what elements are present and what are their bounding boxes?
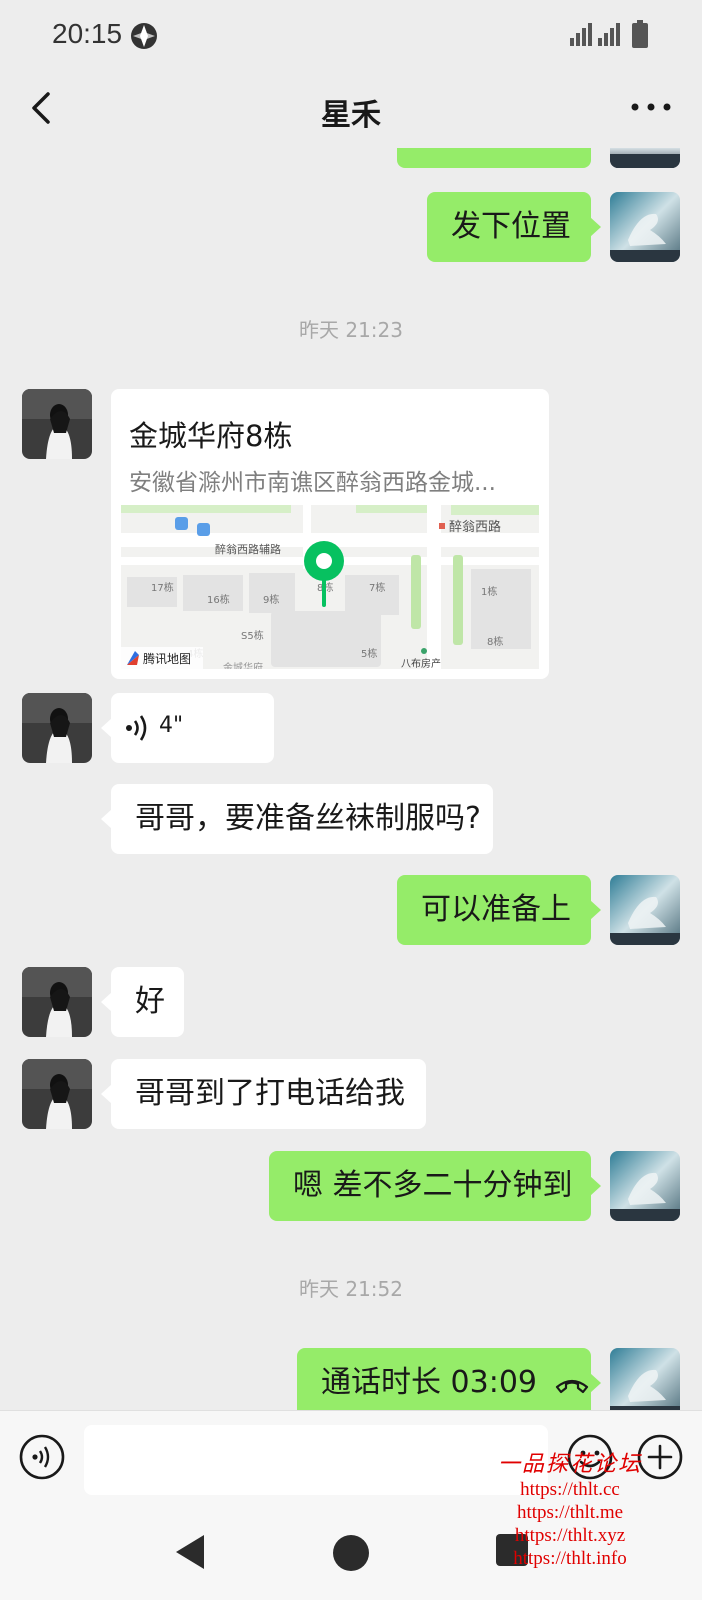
voice-duration: 4" [159, 713, 184, 738]
phone-hangup-icon [555, 1379, 588, 1393]
message-input[interactable] [84, 1425, 548, 1495]
message-bubble-partial[interactable] [397, 148, 591, 168]
chat-title: 星禾 [321, 98, 381, 133]
status-time: 20:15 [52, 18, 123, 49]
location-title: 金城华府8栋 [129, 419, 293, 453]
contact-avatar[interactable] [22, 967, 92, 1037]
my-avatar[interactable] [610, 192, 680, 262]
message-bubble[interactable]: 哥哥，要准备丝袜制服吗? [101, 784, 493, 854]
voice-input-toggle-icon[interactable] [18, 1433, 66, 1481]
voice-message-bubble[interactable]: 4" [101, 693, 274, 763]
watermark-url: https://thlt.me [516, 1502, 624, 1523]
contact-avatar[interactable] [22, 389, 92, 459]
contact-avatar[interactable] [22, 1059, 92, 1129]
signal-icon [570, 23, 620, 46]
message-bubble[interactable]: 嗯 差不多二十分钟到 [269, 1151, 601, 1221]
map-label: 8栋 [487, 635, 503, 648]
app-notification-icon [131, 23, 157, 49]
watermark-url: https://thlt.cc [520, 1479, 620, 1500]
chat-header: 星禾 [0, 72, 702, 148]
location-card[interactable]: 金城华府8栋 安徽省滁州市南谯区醉翁西路金城... 醉翁西路 醉翁西路辅路 17 [111, 389, 549, 679]
map-label: S5栋 [241, 629, 264, 642]
location-address: 安徽省滁州市南谯区醉翁西路金城... [129, 470, 496, 496]
map-label: 16栋 [207, 593, 230, 606]
more-dots-icon[interactable] [628, 92, 674, 122]
map-label: 醉翁西路 [449, 519, 501, 535]
map-label: 5栋 [361, 647, 377, 660]
status-bar: 20:15 [0, 0, 702, 72]
system-home-icon[interactable] [333, 1535, 369, 1571]
message-bubble[interactable]: 发下位置 [427, 192, 601, 262]
location-map[interactable]: 醉翁西路 醉翁西路辅路 17栋 16栋 9栋 8栋 7栋 1栋 8栋 S5栋 5… [121, 505, 539, 669]
message-list[interactable]: 发下位置 昨天 21:23 金城华府8栋 安徽省滁州市南谯区醉翁西路金城... [0, 148, 702, 1410]
my-avatar[interactable] [610, 1151, 680, 1221]
watermark: 一品探花论坛 https://thlt.cc https://thlt.me h… [480, 1446, 660, 1570]
system-back-icon[interactable] [172, 1532, 206, 1572]
timestamp: 昨天 21:52 [299, 1277, 403, 1301]
watermark-title: 一品探花论坛 [497, 1451, 642, 1476]
timestamp: 昨天 21:23 [299, 318, 403, 342]
my-avatar[interactable] [610, 148, 680, 168]
message-bubble[interactable]: 可以准备上 [397, 875, 601, 945]
call-record-bubble[interactable]: 通话时长 03:09 [297, 1348, 601, 1410]
map-label: 17栋 [151, 581, 174, 594]
battery-icon [632, 20, 648, 48]
map-label: 9栋 [263, 593, 279, 606]
contact-avatar[interactable] [22, 693, 92, 763]
watermark-url: https://thlt.info [513, 1548, 627, 1569]
my-avatar[interactable] [610, 875, 680, 945]
map-label: 7栋 [369, 581, 385, 594]
my-avatar[interactable] [610, 1348, 680, 1410]
map-provider-label: 腾讯地图 [143, 651, 191, 666]
voice-wave-icon [126, 715, 147, 741]
map-label: 1栋 [481, 585, 497, 598]
map-label: 醉翁西路辅路 [215, 542, 281, 556]
call-duration-text: 通话时长 03:09 [321, 1365, 537, 1400]
message-bubble[interactable]: 哥哥到了打电话给我 [101, 1059, 426, 1129]
message-bubble[interactable]: 好 [101, 967, 184, 1037]
watermark-url: https://thlt.xyz [514, 1525, 626, 1546]
map-label: 金城华府 [223, 661, 263, 669]
map-label: 八布房产 [401, 657, 441, 669]
